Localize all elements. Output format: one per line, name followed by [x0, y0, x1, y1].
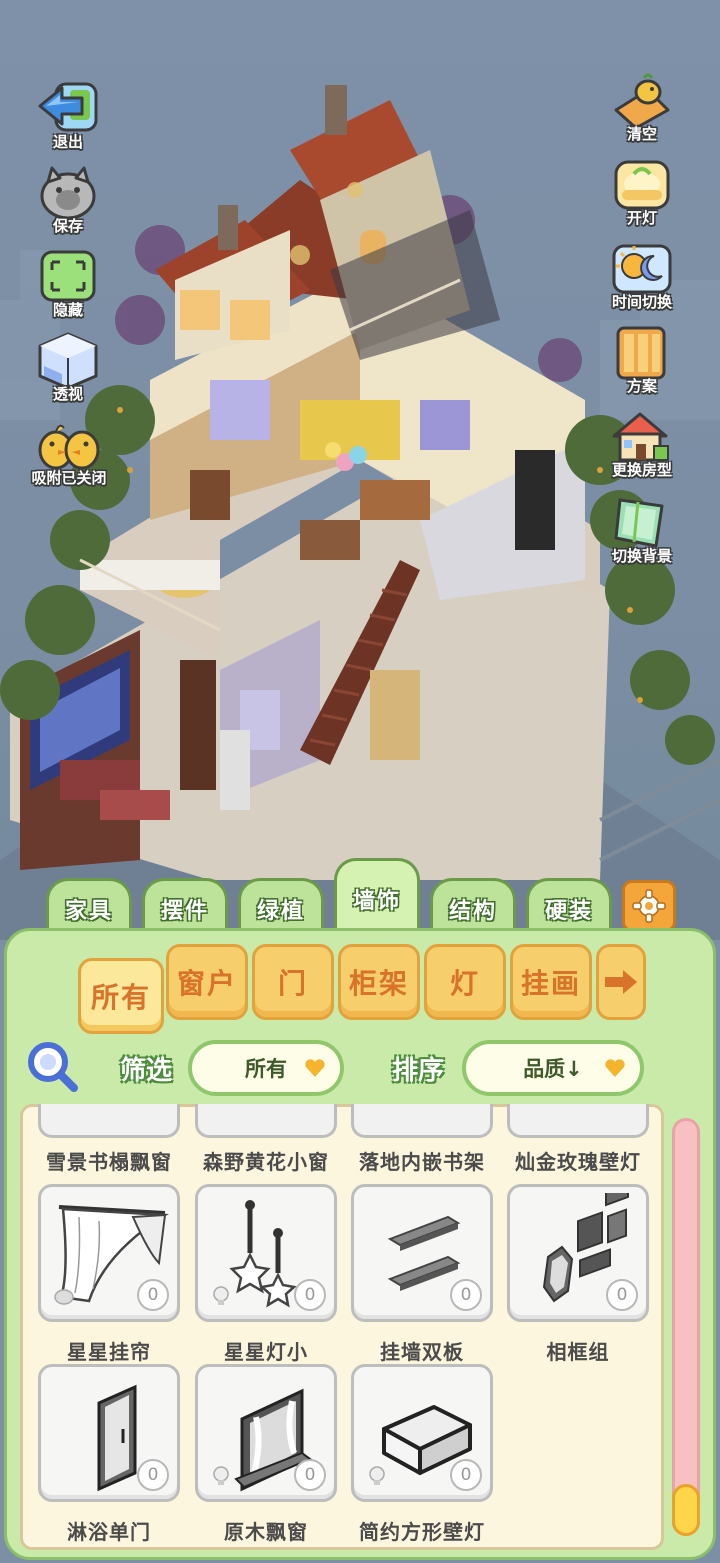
subtab-windows[interactable]: 窗户	[166, 944, 248, 1020]
subtab-all[interactable]: 所有	[78, 958, 164, 1034]
gear-icon	[632, 889, 666, 923]
change-house-button[interactable]: 更换房型	[594, 404, 690, 484]
search-icon	[28, 1042, 78, 1092]
item-name: 森野黄花小窗	[203, 1150, 329, 1174]
sort-dropdown[interactable]: 品质↓	[462, 1040, 644, 1096]
bulb-tag-icon	[213, 1286, 229, 1305]
item-name: 简约方形壁灯	[359, 1520, 485, 1544]
item-name: 雪景书榻飘窗	[46, 1150, 172, 1174]
owned-count: 0	[294, 1279, 326, 1311]
bulb-tag-icon	[369, 1466, 385, 1485]
save-button[interactable]: 保存	[28, 160, 108, 240]
owned-count: 0	[137, 1459, 169, 1491]
item-name: 灿金玫瑰壁灯	[515, 1150, 641, 1174]
clear-button[interactable]: 清空	[602, 68, 682, 148]
sort-label: 排序	[392, 1056, 445, 1086]
plan-button[interactable]: 方案	[602, 320, 682, 400]
tab-wall-decor[interactable]: 墙饰	[334, 858, 420, 936]
item-card-partial[interactable]	[351, 1104, 493, 1138]
item-card: 0	[507, 1184, 649, 1322]
grid-scroll-thumb[interactable]	[672, 1484, 700, 1536]
subtab-lights[interactable]: 灯	[424, 944, 506, 1020]
grid-scrollbar[interactable]	[672, 1118, 700, 1536]
owned-count: 0	[450, 1459, 482, 1491]
change-background-button[interactable]: 切换背景	[594, 490, 690, 570]
subtab-paintings[interactable]: 挂画	[510, 944, 592, 1020]
search-button[interactable]	[26, 1040, 80, 1094]
item-card-partial[interactable]	[507, 1104, 649, 1138]
dropdown-heart-icon	[605, 1059, 625, 1077]
item-card-partial[interactable]	[195, 1104, 337, 1138]
hide-button[interactable]: 隐藏	[28, 244, 108, 324]
owned-count: 0	[137, 1279, 169, 1311]
owned-count: 0	[606, 1279, 638, 1311]
item-card: 0	[38, 1184, 180, 1322]
subtab-next-button[interactable]	[596, 944, 646, 1020]
arrow-right-icon	[605, 970, 637, 994]
item-name: 星星灯小	[224, 1340, 308, 1364]
item-card: 0	[351, 1364, 493, 1502]
snap-toggle-button[interactable]: 吸附已关闭	[22, 412, 116, 492]
item-card: 0	[195, 1184, 337, 1322]
bean-tag-icon	[54, 1289, 74, 1305]
item-name: 星星挂帘	[67, 1340, 151, 1364]
perspective-button[interactable]: 透视	[28, 328, 108, 408]
filter-label: 筛选	[120, 1056, 173, 1086]
settings-button[interactable]	[622, 880, 676, 932]
exit-button[interactable]: 退出	[28, 76, 108, 156]
item-name: 落地内嵌书架	[359, 1150, 485, 1174]
item-card: 0	[38, 1364, 180, 1502]
item-card: 0	[351, 1184, 493, 1322]
time-switch-button[interactable]: 时间切换	[594, 236, 690, 316]
item-card: 0	[195, 1364, 337, 1502]
light-button[interactable]: 开灯	[602, 152, 682, 232]
bulb-tag-icon	[213, 1466, 229, 1485]
item-name: 原木飘窗	[224, 1520, 308, 1544]
item-name: 淋浴单门	[67, 1520, 151, 1544]
item-name: 挂墙双板	[380, 1340, 464, 1364]
filter-dropdown[interactable]: 所有	[188, 1040, 344, 1096]
owned-count: 0	[294, 1459, 326, 1491]
item-name: 相框组	[546, 1340, 610, 1364]
dropdown-heart-icon	[305, 1059, 325, 1077]
item-card-partial[interactable]	[38, 1104, 180, 1138]
subtab-shelves[interactable]: 柜架	[338, 944, 420, 1020]
subtab-doors[interactable]: 门	[252, 944, 334, 1020]
owned-count: 0	[450, 1279, 482, 1311]
